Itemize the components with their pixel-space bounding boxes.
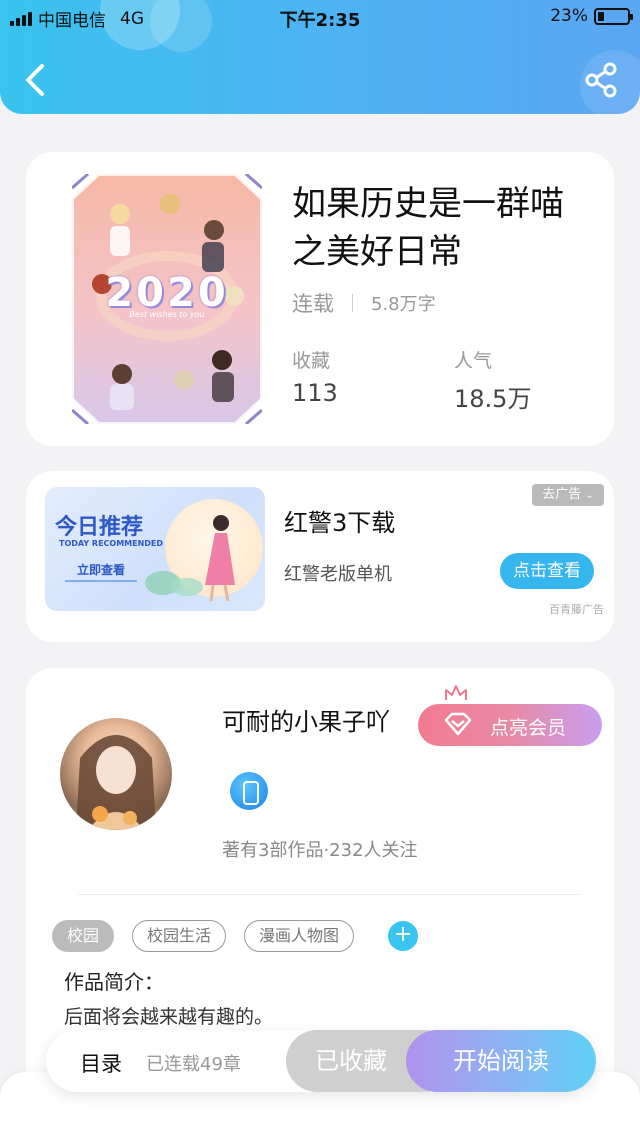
book-title-line2: 之美好日常 bbox=[292, 232, 462, 272]
plus-icon: + bbox=[393, 922, 413, 947]
battery-icon bbox=[594, 7, 633, 25]
author-meta: 著有3部作品·232人关注 bbox=[222, 840, 418, 861]
author-avatar[interactable] bbox=[60, 718, 172, 830]
ad-description: 红警老版单机 bbox=[284, 564, 392, 585]
popularity-stat: 人气 18.5万 bbox=[454, 346, 531, 414]
collect-value: 113 bbox=[292, 379, 338, 407]
tag-item[interactable]: 漫画人物图 bbox=[244, 920, 355, 952]
word-count: 5.8万字 bbox=[371, 294, 436, 315]
table-of-contents-button[interactable]: 目录 bbox=[80, 1048, 122, 1078]
tag-item[interactable]: 校园生活 bbox=[132, 920, 227, 952]
book-status-row: 连载 5.8万字 bbox=[292, 288, 436, 318]
book-cover[interactable]: 2020 Best wishes to you bbox=[72, 174, 262, 424]
divider bbox=[352, 294, 353, 312]
tag-list: 校园 校园生活 漫画人物图 + bbox=[52, 920, 419, 952]
clock: 下午2:35 bbox=[279, 10, 361, 31]
status-bar: 中国电信 4G 下午2:35 23% bbox=[0, 0, 640, 34]
ad-banner-image[interactable]: 今日推荐 TODAY RECOMMENDED 立即查看 bbox=[45, 487, 265, 611]
battery-fill bbox=[598, 11, 605, 21]
cover-subtitle: Best wishes to you bbox=[129, 310, 205, 319]
avatar-art bbox=[76, 735, 156, 830]
start-reading-button[interactable]: 开始阅读 bbox=[406, 1030, 596, 1092]
book-title-line1: 如果历史是一群喵 bbox=[292, 184, 564, 224]
chevron-down-icon: ⌄ bbox=[585, 490, 594, 501]
diamond-icon bbox=[444, 712, 472, 736]
ad-banner-subtitle: TODAY RECOMMENDED bbox=[59, 539, 164, 548]
remove-ad-button[interactable]: 去广告 ⌄ bbox=[532, 484, 604, 506]
share-button[interactable] bbox=[584, 62, 618, 98]
book-title: 如果历史是一群喵 之美好日常 bbox=[292, 180, 592, 276]
battery-percent: 23% bbox=[550, 6, 588, 26]
ad-view-button[interactable]: 点击查看 bbox=[500, 553, 594, 589]
ad-banner-cta: 立即查看 bbox=[65, 559, 138, 582]
phone-badge-icon bbox=[230, 772, 268, 810]
author-name[interactable]: 可耐的小果子吖 bbox=[222, 702, 390, 737]
header: 中国电信 4G 下午2:35 23% bbox=[0, 0, 640, 114]
popularity-value: 18.5万 bbox=[454, 385, 532, 413]
remove-ad-label: 去广告 bbox=[542, 487, 582, 502]
share-icon bbox=[585, 62, 617, 98]
bottom-action-bar: 目录 已连载49章 已收藏 开始阅读 bbox=[46, 1030, 596, 1092]
collect-label: 收藏 bbox=[292, 350, 331, 372]
activate-vip-button[interactable]: 点亮会员 bbox=[418, 704, 602, 746]
chevron-left-icon bbox=[26, 64, 44, 96]
intro-label: 作品简介： bbox=[64, 970, 164, 994]
ad-title: 红警3下载 bbox=[284, 509, 396, 537]
chapter-count: 已连载49章 bbox=[146, 1054, 241, 1075]
intro-text: 后面将会越来越有趣的。 bbox=[64, 1006, 274, 1028]
add-tag-button[interactable]: + bbox=[388, 921, 419, 951]
serial-status: 连载 bbox=[292, 292, 334, 316]
book-info-card: 2020 Best wishes to you 如果历史是一群喵 之美好日常 连… bbox=[26, 152, 614, 446]
tag-item[interactable]: 校园 bbox=[52, 920, 115, 952]
crown-icon bbox=[445, 685, 467, 700]
ad-banner-title: 今日推荐 bbox=[55, 515, 144, 540]
ad-banner-plants bbox=[145, 571, 203, 596]
popularity-label: 人气 bbox=[454, 350, 493, 372]
ad-card[interactable]: 今日推荐 TODAY RECOMMENDED 立即查看 红警3下载 红警老版单机… bbox=[26, 471, 614, 642]
divider bbox=[78, 894, 580, 895]
ad-source: 百青藤广告 bbox=[549, 603, 604, 616]
vip-button-label: 点亮会员 bbox=[490, 717, 567, 739]
collect-stat: 收藏 113 bbox=[292, 346, 338, 407]
back-button[interactable] bbox=[20, 62, 52, 98]
